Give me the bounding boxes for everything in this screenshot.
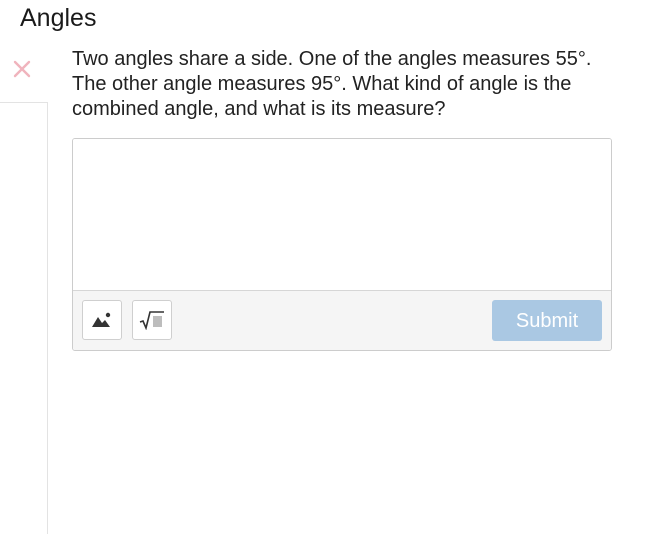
answer-input[interactable]: [73, 139, 611, 290]
insert-image-button[interactable]: [82, 300, 122, 340]
square-root-icon: [139, 311, 164, 330]
question-text: Two angles share a side. One of the angl…: [72, 48, 592, 120]
left-rail: [0, 102, 48, 534]
close-icon[interactable]: [12, 59, 32, 79]
submit-button[interactable]: Submit: [492, 300, 602, 341]
insert-math-button[interactable]: [132, 300, 172, 340]
image-icon: [92, 312, 111, 327]
answer-box: Submit: [72, 138, 612, 351]
answer-toolbar: Submit: [73, 290, 611, 350]
page: Angles Two angles share a side. One of t…: [0, 0, 653, 534]
page-title: Angles: [20, 4, 97, 32]
